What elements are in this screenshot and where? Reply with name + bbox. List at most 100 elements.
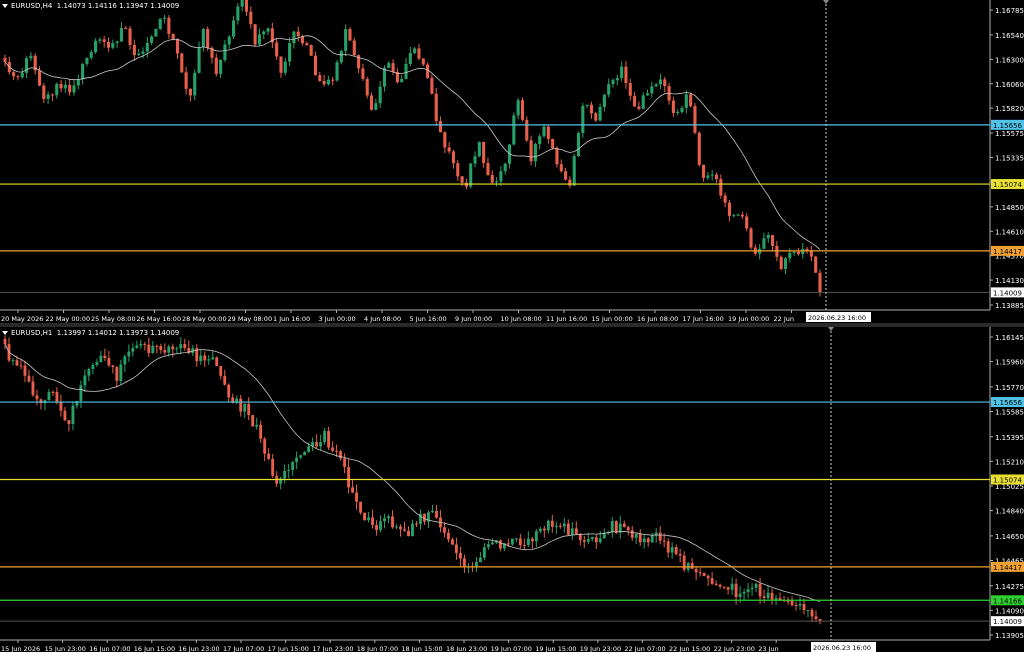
time-tick-label: 16 Jun 15:00 [134, 645, 175, 652]
candle-body [3, 338, 7, 345]
candle [55, 82, 59, 99]
candle [150, 35, 154, 45]
candle-body [227, 384, 231, 398]
candle-body [572, 156, 576, 186]
candle-body [447, 532, 450, 540]
candle-body [645, 93, 650, 96]
candle [568, 176, 572, 189]
candle-body [438, 121, 443, 133]
chart-pane-h1[interactable]: 1.16145 1.15960 1.15770 1.15585 1.15395 1.152… [0, 327, 1024, 652]
candle-body [111, 365, 115, 367]
candle [610, 517, 614, 538]
candle-body [103, 355, 107, 359]
candle-body [72, 85, 76, 93]
triangle-down-icon[interactable] [2, 4, 8, 8]
candle-body [538, 136, 542, 145]
candle [143, 341, 147, 351]
candle [792, 251, 796, 257]
candle-body [15, 360, 19, 366]
candle [753, 244, 757, 256]
candle [684, 90, 688, 114]
candle-body [119, 28, 123, 42]
candle-body [464, 182, 468, 187]
candle-body [490, 542, 494, 545]
candle [315, 434, 319, 449]
candle-body [319, 442, 323, 447]
candle-body [163, 350, 167, 353]
time-marker-label: 2026.06.23 16:00 [808, 314, 866, 322]
candle-body [51, 391, 55, 393]
candle-body [68, 84, 72, 93]
candle-body [628, 83, 632, 96]
candle [706, 574, 710, 587]
candle [79, 380, 83, 408]
candle [694, 566, 698, 581]
chart-pane-h4[interactable]: 1.16785 1.16540 1.16300 1.16060 1.15820 1.155… [0, 0, 1024, 323]
candle-body [678, 554, 682, 556]
candle [3, 54, 7, 67]
candle [466, 563, 470, 574]
candle-body [167, 17, 171, 34]
time-tick-label: 16 Jun 07:00 [89, 645, 130, 652]
candle-body [581, 105, 585, 133]
candle-body [738, 593, 742, 597]
candle-body [374, 103, 378, 110]
chart-canvas-h1[interactable]: 1.16145 1.15960 1.15770 1.15585 1.15395 1.152… [0, 327, 1024, 652]
time-tick-label: 28 May 00:00 [182, 315, 227, 323]
candle-body [215, 357, 219, 367]
candle-body [262, 31, 266, 35]
candle [714, 172, 719, 183]
candle-body [576, 132, 581, 157]
candle [154, 28, 158, 37]
price-level-label: 1.15656 [993, 122, 1022, 130]
candle [383, 513, 386, 529]
candle [296, 26, 300, 42]
time-tick-label: 19 Jun 23:00 [580, 645, 621, 652]
candle [361, 63, 365, 81]
candle-body [456, 163, 460, 177]
candle [585, 104, 589, 108]
time-tick-label: 26 May 16:00 [137, 315, 182, 323]
candle-body [128, 28, 132, 45]
candle [542, 123, 546, 138]
last-price-label: 1.14009 [993, 289, 1022, 297]
price-tick-label: 1.16145 [995, 334, 1024, 342]
candle-body [387, 516, 390, 519]
candle [620, 61, 624, 82]
candle-body [783, 258, 788, 270]
candle-body [682, 555, 686, 570]
candle-body [31, 381, 35, 396]
price-tick-label: 1.15395 [995, 434, 1024, 442]
candle [59, 394, 63, 417]
candle [31, 375, 35, 397]
candle-body [455, 544, 458, 554]
candle-body [469, 163, 473, 187]
chart-header-h1: EURUSD,H1 1.13997 1.14012 1.13973 1.1400… [0, 327, 179, 339]
candle-body [83, 375, 87, 386]
candle-body [162, 17, 167, 19]
candle [507, 143, 512, 169]
candle-body [582, 540, 586, 542]
chart-canvas-h4[interactable]: 1.16785 1.16540 1.16300 1.16060 1.15820 1.155… [0, 0, 1024, 323]
candle-body [387, 63, 391, 69]
candle-body [555, 148, 559, 165]
triangle-down-icon[interactable] [2, 331, 8, 335]
candle-body [288, 43, 292, 62]
candle [287, 463, 291, 479]
candle [570, 522, 574, 541]
candle [750, 583, 754, 596]
candle-body [292, 31, 296, 44]
candle-body [263, 438, 267, 454]
candle [123, 354, 127, 372]
candle [514, 537, 518, 543]
candle [714, 580, 718, 586]
candle-body [343, 458, 347, 468]
price-level-label: 1.14417 [993, 564, 1022, 572]
candle-body [87, 368, 91, 376]
candle [115, 366, 119, 388]
candle [223, 369, 227, 386]
candle-body [81, 63, 85, 80]
candle-body [602, 533, 606, 539]
candle-body [459, 553, 462, 559]
candle-body [702, 164, 706, 178]
